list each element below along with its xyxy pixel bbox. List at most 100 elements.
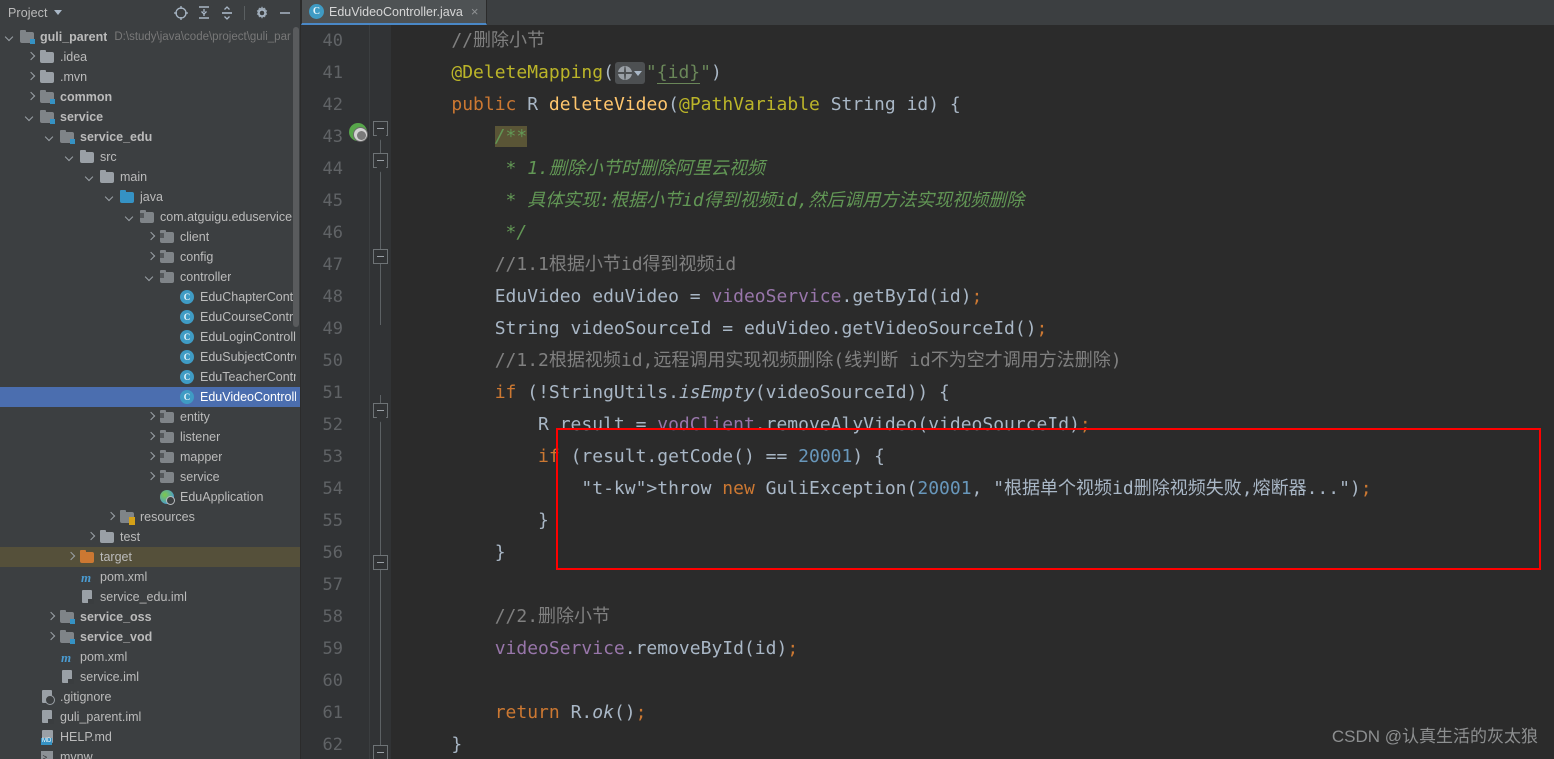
chevron-right-icon[interactable] [46,633,55,642]
chevron-down-icon[interactable] [146,273,155,282]
chevron-right-icon[interactable] [26,53,35,62]
chevron-right-icon[interactable] [146,413,155,422]
tree-item-service-oss[interactable]: service_oss [0,607,300,627]
code-content[interactable]: //删除小节 @DeleteMapping("{id}") public R d… [391,25,1540,759]
tree-item-com-atguigu-eduservice[interactable]: com.atguigu.eduservice [0,207,300,227]
code-editor[interactable]: 40 41 42 43 44 45 46 47 48 49 50 51 52 53 54 55 56 57 58 59… [301,25,1554,759]
tree-item-service[interactable]: service [0,107,300,127]
code-line-55[interactable]: } [408,505,1540,537]
chevron-right-icon[interactable] [86,533,95,542]
chevron-right-icon[interactable] [146,473,155,482]
tree-item-eduteachercontroller[interactable]: C EduTeacherController [0,367,300,387]
code-line-45[interactable]: * 具体实现:根据小节id得到视频id,然后调用方法实现视频删除 [408,185,1540,217]
tree-item-resources[interactable]: resources [0,507,300,527]
tree-item-service[interactable]: service [0,467,300,487]
tree-item-mvnw[interactable]: >_ mvnw [0,747,300,759]
tree-scrollbar-thumb[interactable] [293,27,299,327]
tree-item-client[interactable]: client [0,227,300,247]
fold-marker-line-56[interactable] [373,555,388,570]
tree-item-java[interactable]: java [0,187,300,207]
code-line-50[interactable]: //1.2根据视频id,远程调用实现视频删除(线判断 id不为空才调用方法删除) [408,345,1540,377]
code-line-42[interactable]: public R deleteVideo(@PathVariable Strin… [408,89,1540,121]
close-icon[interactable]: × [471,4,479,19]
code-line-48[interactable]: EduVideo eduVideo = videoService.getById… [408,281,1540,313]
tree-item-edusubjectcontroller[interactable]: C EduSubjectController [0,347,300,367]
code-line-49[interactable]: String videoSourceId = eduVideo.getVideo… [408,313,1540,345]
code-line-54[interactable]: "t-kw">throw new GuliException(20001, "根… [408,473,1540,505]
tree-item-pom-xml[interactable]: m pom.xml [0,647,300,667]
code-line-57[interactable] [408,569,1540,601]
code-line-58[interactable]: //2.删除小节 [408,601,1540,633]
code-line-44[interactable]: * 1.删除小节时删除阿里云视频 [408,153,1540,185]
gutter-icon-column[interactable] [347,25,369,759]
tree-item-gitignore[interactable]: .gitignore [0,687,300,707]
chevron-right-icon[interactable] [46,613,55,622]
chevron-right-icon[interactable] [26,93,35,102]
tree-item-src[interactable]: src [0,147,300,167]
editor-right-rail[interactable] [1540,25,1554,759]
tree-item-help-md[interactable]: HELP.md [0,727,300,747]
tree-item-test[interactable]: test [0,527,300,547]
fold-marker-line-62[interactable] [373,745,388,759]
code-line-60[interactable] [408,665,1540,697]
code-line-43[interactable]: /** [408,121,1540,153]
tree-item-eduvideocontroller[interactable]: C EduVideoController [0,387,300,407]
tree-item-service-vod[interactable]: service_vod [0,627,300,647]
code-line-59[interactable]: videoService.removeById(id); [408,633,1540,665]
fold-marker-line-51[interactable] [373,403,388,418]
settings-gear-icon[interactable] [253,4,271,22]
tree-item-controller[interactable]: controller [0,267,300,287]
chevron-right-icon[interactable] [106,513,115,522]
chevron-right-icon[interactable] [146,453,155,462]
code-line-51[interactable]: if (!StringUtils.isEmpty(videoSourceId))… [408,377,1540,409]
chevron-down-icon[interactable] [53,10,62,15]
code-line-56[interactable]: } [408,537,1540,569]
tree-item-service-iml[interactable]: service.iml [0,667,300,687]
chevron-down-icon[interactable] [86,173,95,182]
tree-item-guli-parent-iml[interactable]: guli_parent.iml [0,707,300,727]
tree-item-service-edu[interactable]: service_edu [0,127,300,147]
url-mapping-icon[interactable] [614,62,645,84]
code-folding-column[interactable] [369,25,391,759]
tree-item-config[interactable]: config [0,247,300,267]
tree-item-pom-xml[interactable]: m pom.xml [0,567,300,587]
fold-marker-line-46[interactable] [373,249,388,264]
code-line-47[interactable]: //1.1根据小节id得到视频id [408,249,1540,281]
tree-item-mapper[interactable]: mapper [0,447,300,467]
tree-item-service-edu-iml[interactable]: service_edu.iml [0,587,300,607]
tree-item-idea[interactable]: .idea [0,47,300,67]
chevron-down-icon[interactable] [6,33,15,42]
code-line-52[interactable]: R result = vodClient.removeAlyVideo(vide… [408,409,1540,441]
tree-item-mvn[interactable]: .mvn [0,67,300,87]
fold-marker-line-43[interactable] [373,153,388,168]
tree-item-entity[interactable]: entity [0,407,300,427]
code-line-40[interactable]: //删除小节 [408,25,1540,57]
collapse-all-icon[interactable] [218,4,236,22]
tree-item-educhaptercontroller[interactable]: C EduChapterController [0,287,300,307]
chevron-down-icon[interactable] [26,113,35,122]
fold-marker-line-42[interactable] [373,121,388,136]
chevron-down-icon[interactable] [106,193,115,202]
expand-all-icon[interactable] [195,4,213,22]
project-tree[interactable]: guli_parent D:\study\java\code\project\gu… [0,25,301,759]
code-line-46[interactable]: */ [408,217,1540,249]
tab-edu-video-controller[interactable]: C EduVideoController.java × [301,0,488,25]
editor-gutter[interactable]: 40 41 42 43 44 45 46 47 48 49 50 51 52 53 54 55 56 57 58 59… [301,25,391,759]
chevron-down-icon[interactable] [126,213,135,222]
tree-item-listener[interactable]: listener [0,427,300,447]
chevron-down-icon[interactable] [66,153,75,162]
chevron-right-icon[interactable] [66,553,75,562]
tree-scrollbar[interactable] [292,25,300,759]
chevron-right-icon[interactable] [146,233,155,242]
code-line-41[interactable]: @DeleteMapping("{id}") [408,57,1540,89]
chevron-right-icon[interactable] [146,253,155,262]
chevron-right-icon[interactable] [146,433,155,442]
tree-item-edulogincontroller[interactable]: C EduLoginController [0,327,300,347]
tree-item-target[interactable]: target [0,547,300,567]
chevron-right-icon[interactable] [26,73,35,82]
chevron-down-icon[interactable] [46,133,55,142]
tree-item-educoursecontroller[interactable]: C EduCourseController [0,307,300,327]
tree-item-common[interactable]: common [0,87,300,107]
tree-item-eduapplication[interactable]: EduApplication [0,487,300,507]
locate-icon[interactable] [172,4,190,22]
